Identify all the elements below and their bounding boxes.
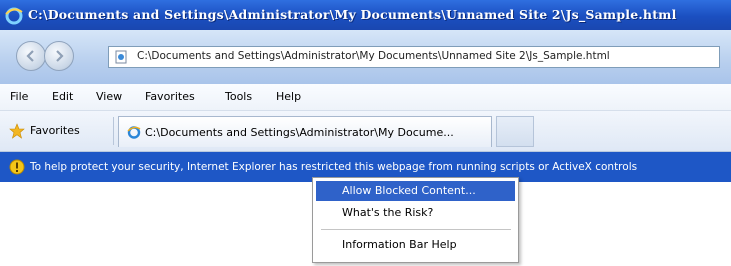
menu-separator xyxy=(321,229,511,230)
shield-icon xyxy=(9,159,25,175)
menu-item-whats-the-risk[interactable]: What's the Risk? xyxy=(316,203,515,223)
menu-file[interactable]: File xyxy=(10,90,28,103)
information-bar-menu: Allow Blocked Content... What's the Risk… xyxy=(312,177,519,263)
favorites-separator xyxy=(113,117,114,145)
window-title: C:\Documents and Settings\Administrator\… xyxy=(28,7,677,22)
tab-current-page[interactable]: C:\Documents and Settings\Administrator\… xyxy=(118,116,492,147)
menu-bar: File Edit View Favorites Tools Help xyxy=(0,84,731,111)
forward-button[interactable] xyxy=(44,41,74,71)
favorites-button[interactable]: Favorites xyxy=(30,124,80,137)
menu-tools[interactable]: Tools xyxy=(225,90,252,103)
forward-arrow-icon xyxy=(56,50,64,62)
menu-view[interactable]: View xyxy=(96,90,122,103)
address-row: C:\Documents and Settings\Administrator\… xyxy=(0,30,731,84)
star-icon xyxy=(9,123,25,139)
ie-page-icon xyxy=(127,126,141,139)
address-url[interactable]: C:\Documents and Settings\Administrator\… xyxy=(137,50,610,62)
ie-logo-icon xyxy=(5,7,23,25)
menu-help[interactable]: Help xyxy=(276,90,301,103)
back-arrow-icon xyxy=(26,50,34,62)
menu-item-allow-blocked-content[interactable]: Allow Blocked Content... xyxy=(316,181,515,201)
menu-favorites[interactable]: Favorites xyxy=(145,90,195,103)
information-bar-text[interactable]: To help protect your security, Internet … xyxy=(30,161,637,173)
address-bar[interactable]: C:\Documents and Settings\Administrator\… xyxy=(108,46,720,68)
favorites-bar: Favorites C:\Documents and Settings\Admi… xyxy=(0,111,731,152)
menu-edit[interactable]: Edit xyxy=(52,90,73,103)
back-button[interactable] xyxy=(16,41,46,71)
new-tab-button[interactable] xyxy=(496,116,534,147)
title-bar: C:\Documents and Settings\Administrator\… xyxy=(0,0,731,30)
tab-title: C:\Documents and Settings\Administrator\… xyxy=(145,126,454,139)
menu-item-information-bar-help[interactable]: Information Bar Help xyxy=(316,235,515,255)
page-icon xyxy=(115,50,127,64)
